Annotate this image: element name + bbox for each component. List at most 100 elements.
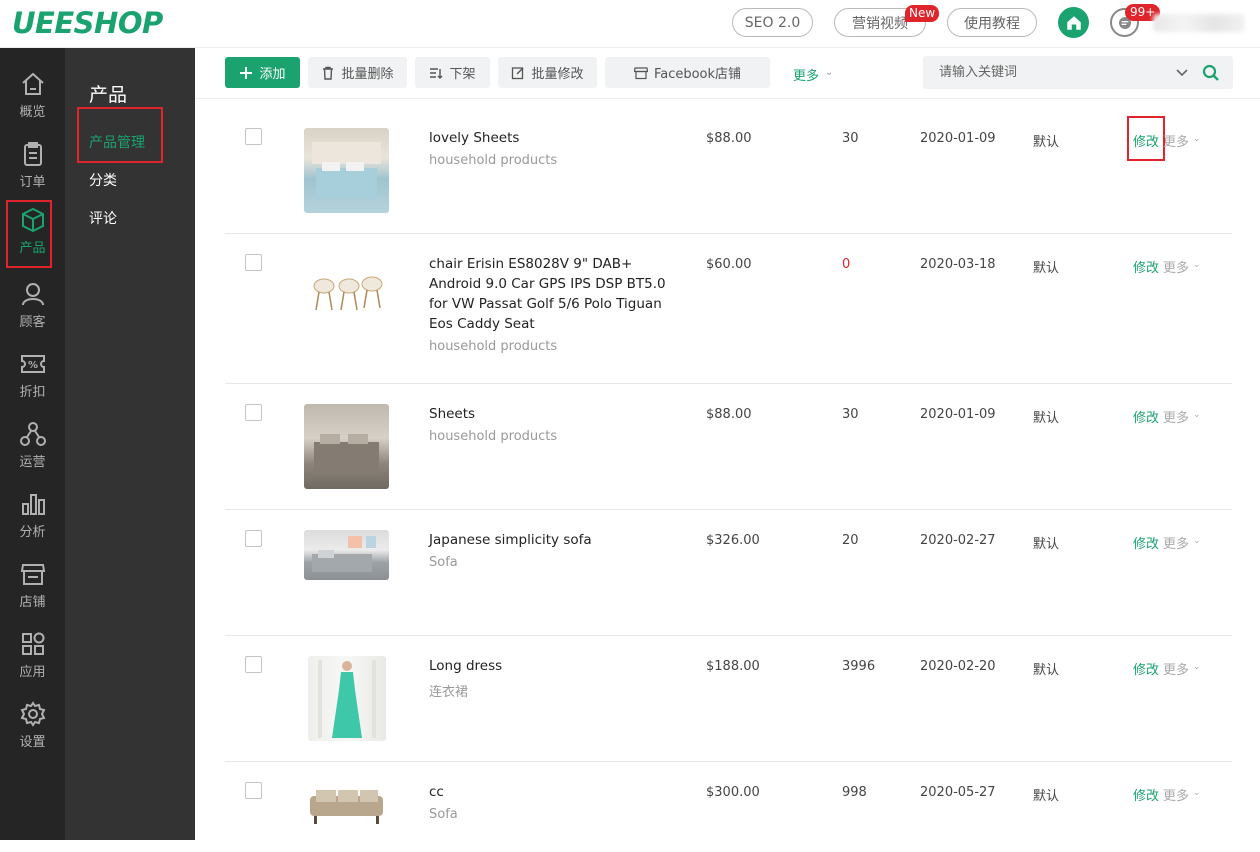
product-image[interactable]	[304, 128, 389, 213]
product-stock: 3996	[842, 659, 876, 674]
more-link[interactable]: 更多	[1163, 257, 1189, 276]
batch-delete-button[interactable]: 批量删除	[308, 57, 407, 88]
product-status: 默认	[1033, 537, 1060, 552]
edit-link[interactable]: 修改	[1133, 659, 1159, 678]
search-icon[interactable]	[1202, 64, 1220, 82]
product-image[interactable]	[308, 656, 386, 741]
submenu-item-product-management[interactable]: 产品管理	[89, 132, 145, 152]
bar-chart-icon	[21, 494, 45, 515]
nav-discounts-label: 折扣	[19, 385, 46, 400]
table-row: chair Erisin ES8028V 9" DAB+ Android 9.0…	[225, 234, 1232, 384]
home-icon	[1066, 15, 1081, 30]
chevron-down-icon[interactable]: ⌄	[1193, 536, 1201, 546]
chevron-down-icon: ⌄	[825, 67, 834, 78]
user-account[interactable]	[1153, 14, 1245, 32]
product-date: 2020-03-18	[920, 257, 996, 272]
chevron-down-icon[interactable]: ⌄	[1193, 410, 1201, 420]
brand-logo[interactable]: UEESHOP	[12, 6, 163, 40]
row-checkbox[interactable]	[245, 782, 262, 799]
product-stock: 20	[842, 533, 859, 548]
unlist-button[interactable]: 下架	[415, 57, 490, 88]
nav-discounts[interactable]: % 折扣	[0, 344, 65, 408]
nav-products-highlight	[6, 200, 52, 268]
product-name[interactable]: Sheets	[429, 404, 674, 424]
seo-button[interactable]: SEO 2.0	[732, 8, 813, 37]
nav-customers-label: 顾客	[19, 315, 46, 330]
row-checkbox[interactable]	[245, 128, 262, 145]
nav-orders[interactable]: 订单	[0, 134, 65, 198]
row-checkbox[interactable]	[245, 530, 262, 547]
batch-edit-button[interactable]: 批量修改	[498, 57, 597, 88]
row-checkbox[interactable]	[245, 656, 262, 673]
new-badge: New	[905, 5, 940, 22]
row-checkbox[interactable]	[245, 404, 262, 421]
nav-operations[interactable]: 运营	[0, 414, 65, 478]
home-button[interactable]	[1058, 7, 1089, 38]
tutorial-button[interactable]: 使用教程	[947, 8, 1037, 37]
more-actions-button[interactable]: 更多	[793, 65, 819, 84]
more-link[interactable]: 更多	[1163, 131, 1189, 150]
product-image[interactable]	[304, 254, 389, 339]
store-icon	[20, 564, 45, 585]
facebook-store-button[interactable]: Facebook店铺	[605, 57, 770, 88]
add-product-button[interactable]: 添加	[225, 57, 300, 88]
product-submenu: 产品 产品管理 分类 评论	[65, 48, 195, 840]
submenu-item-reviews[interactable]: 评论	[89, 208, 117, 228]
product-image[interactable]	[304, 782, 389, 832]
product-stock: 30	[842, 407, 859, 422]
nav-customers[interactable]: 顾客	[0, 274, 65, 338]
product-name[interactable]: cc	[429, 782, 674, 802]
batch-edit-label: 批量修改	[531, 67, 584, 82]
nav-store-label: 店铺	[19, 595, 46, 610]
chevron-down-icon[interactable]: ⌄	[1193, 662, 1201, 672]
nav-apps[interactable]: 应用	[0, 624, 65, 688]
unlist-icon	[430, 67, 443, 79]
nav-products[interactable]: 产品	[0, 200, 65, 268]
search-box	[923, 56, 1233, 89]
product-category: 连衣裙	[429, 685, 469, 700]
edit-link[interactable]: 修改	[1133, 533, 1159, 552]
percent-tag-icon: %	[20, 355, 45, 373]
chevron-down-icon[interactable]: ⌄	[1193, 788, 1201, 798]
nav-orders-label: 订单	[19, 175, 46, 190]
product-image[interactable]	[304, 404, 389, 489]
top-header: UEESHOP SEO 2.0 营销视频 New 使用教程 99+	[0, 0, 1260, 48]
product-name[interactable]: chair Erisin ES8028V 9" DAB+ Android 9.0…	[429, 254, 674, 334]
facebook-store-label: Facebook店铺	[653, 67, 742, 82]
nav-settings[interactable]: 设置	[0, 694, 65, 758]
product-date: 2020-01-09	[920, 407, 996, 422]
product-category: Sofa	[429, 555, 458, 570]
edit-link[interactable]: 修改	[1133, 131, 1159, 150]
product-date: 2020-02-20	[920, 659, 996, 674]
nav-settings-label: 设置	[19, 735, 46, 750]
chevron-down-icon[interactable]: ⌄	[1193, 134, 1201, 144]
storefront-icon	[633, 66, 648, 79]
product-price: $300.00	[706, 785, 760, 800]
nav-analytics[interactable]: 分析	[0, 484, 65, 548]
product-status: 默认	[1033, 663, 1060, 678]
edit-link[interactable]: 修改	[1133, 257, 1159, 276]
more-link[interactable]: 更多	[1163, 407, 1189, 426]
more-link[interactable]: 更多	[1163, 659, 1189, 678]
apps-icon	[21, 632, 44, 655]
search-input[interactable]	[923, 56, 1163, 89]
product-status: 默认	[1033, 135, 1060, 150]
row-checkbox[interactable]	[245, 254, 262, 271]
table-row: Japanese simplicity sofa Sofa $326.00 20…	[225, 510, 1232, 636]
product-image[interactable]	[304, 530, 389, 580]
main-sidebar: 概览 订单 产品 顾客 % 折扣 运营 分析 店铺 应用 设置	[0, 48, 65, 840]
batch-delete-label: 批量删除	[341, 67, 394, 82]
product-name[interactable]: Long dress	[429, 656, 674, 676]
product-name[interactable]: Japanese simplicity sofa	[429, 530, 674, 550]
more-link[interactable]: 更多	[1163, 533, 1189, 552]
nav-overview[interactable]: 概览	[0, 64, 65, 128]
submenu-item-category[interactable]: 分类	[89, 170, 117, 190]
product-name[interactable]: lovely Sheets	[429, 128, 674, 148]
chevron-down-icon[interactable]	[1175, 66, 1189, 80]
edit-link[interactable]: 修改	[1133, 785, 1159, 804]
more-link[interactable]: 更多	[1163, 785, 1189, 804]
nav-store[interactable]: 店铺	[0, 554, 65, 618]
edit-link[interactable]: 修改	[1133, 407, 1159, 426]
product-status: 默认	[1033, 789, 1060, 804]
chevron-down-icon[interactable]: ⌄	[1193, 260, 1201, 270]
